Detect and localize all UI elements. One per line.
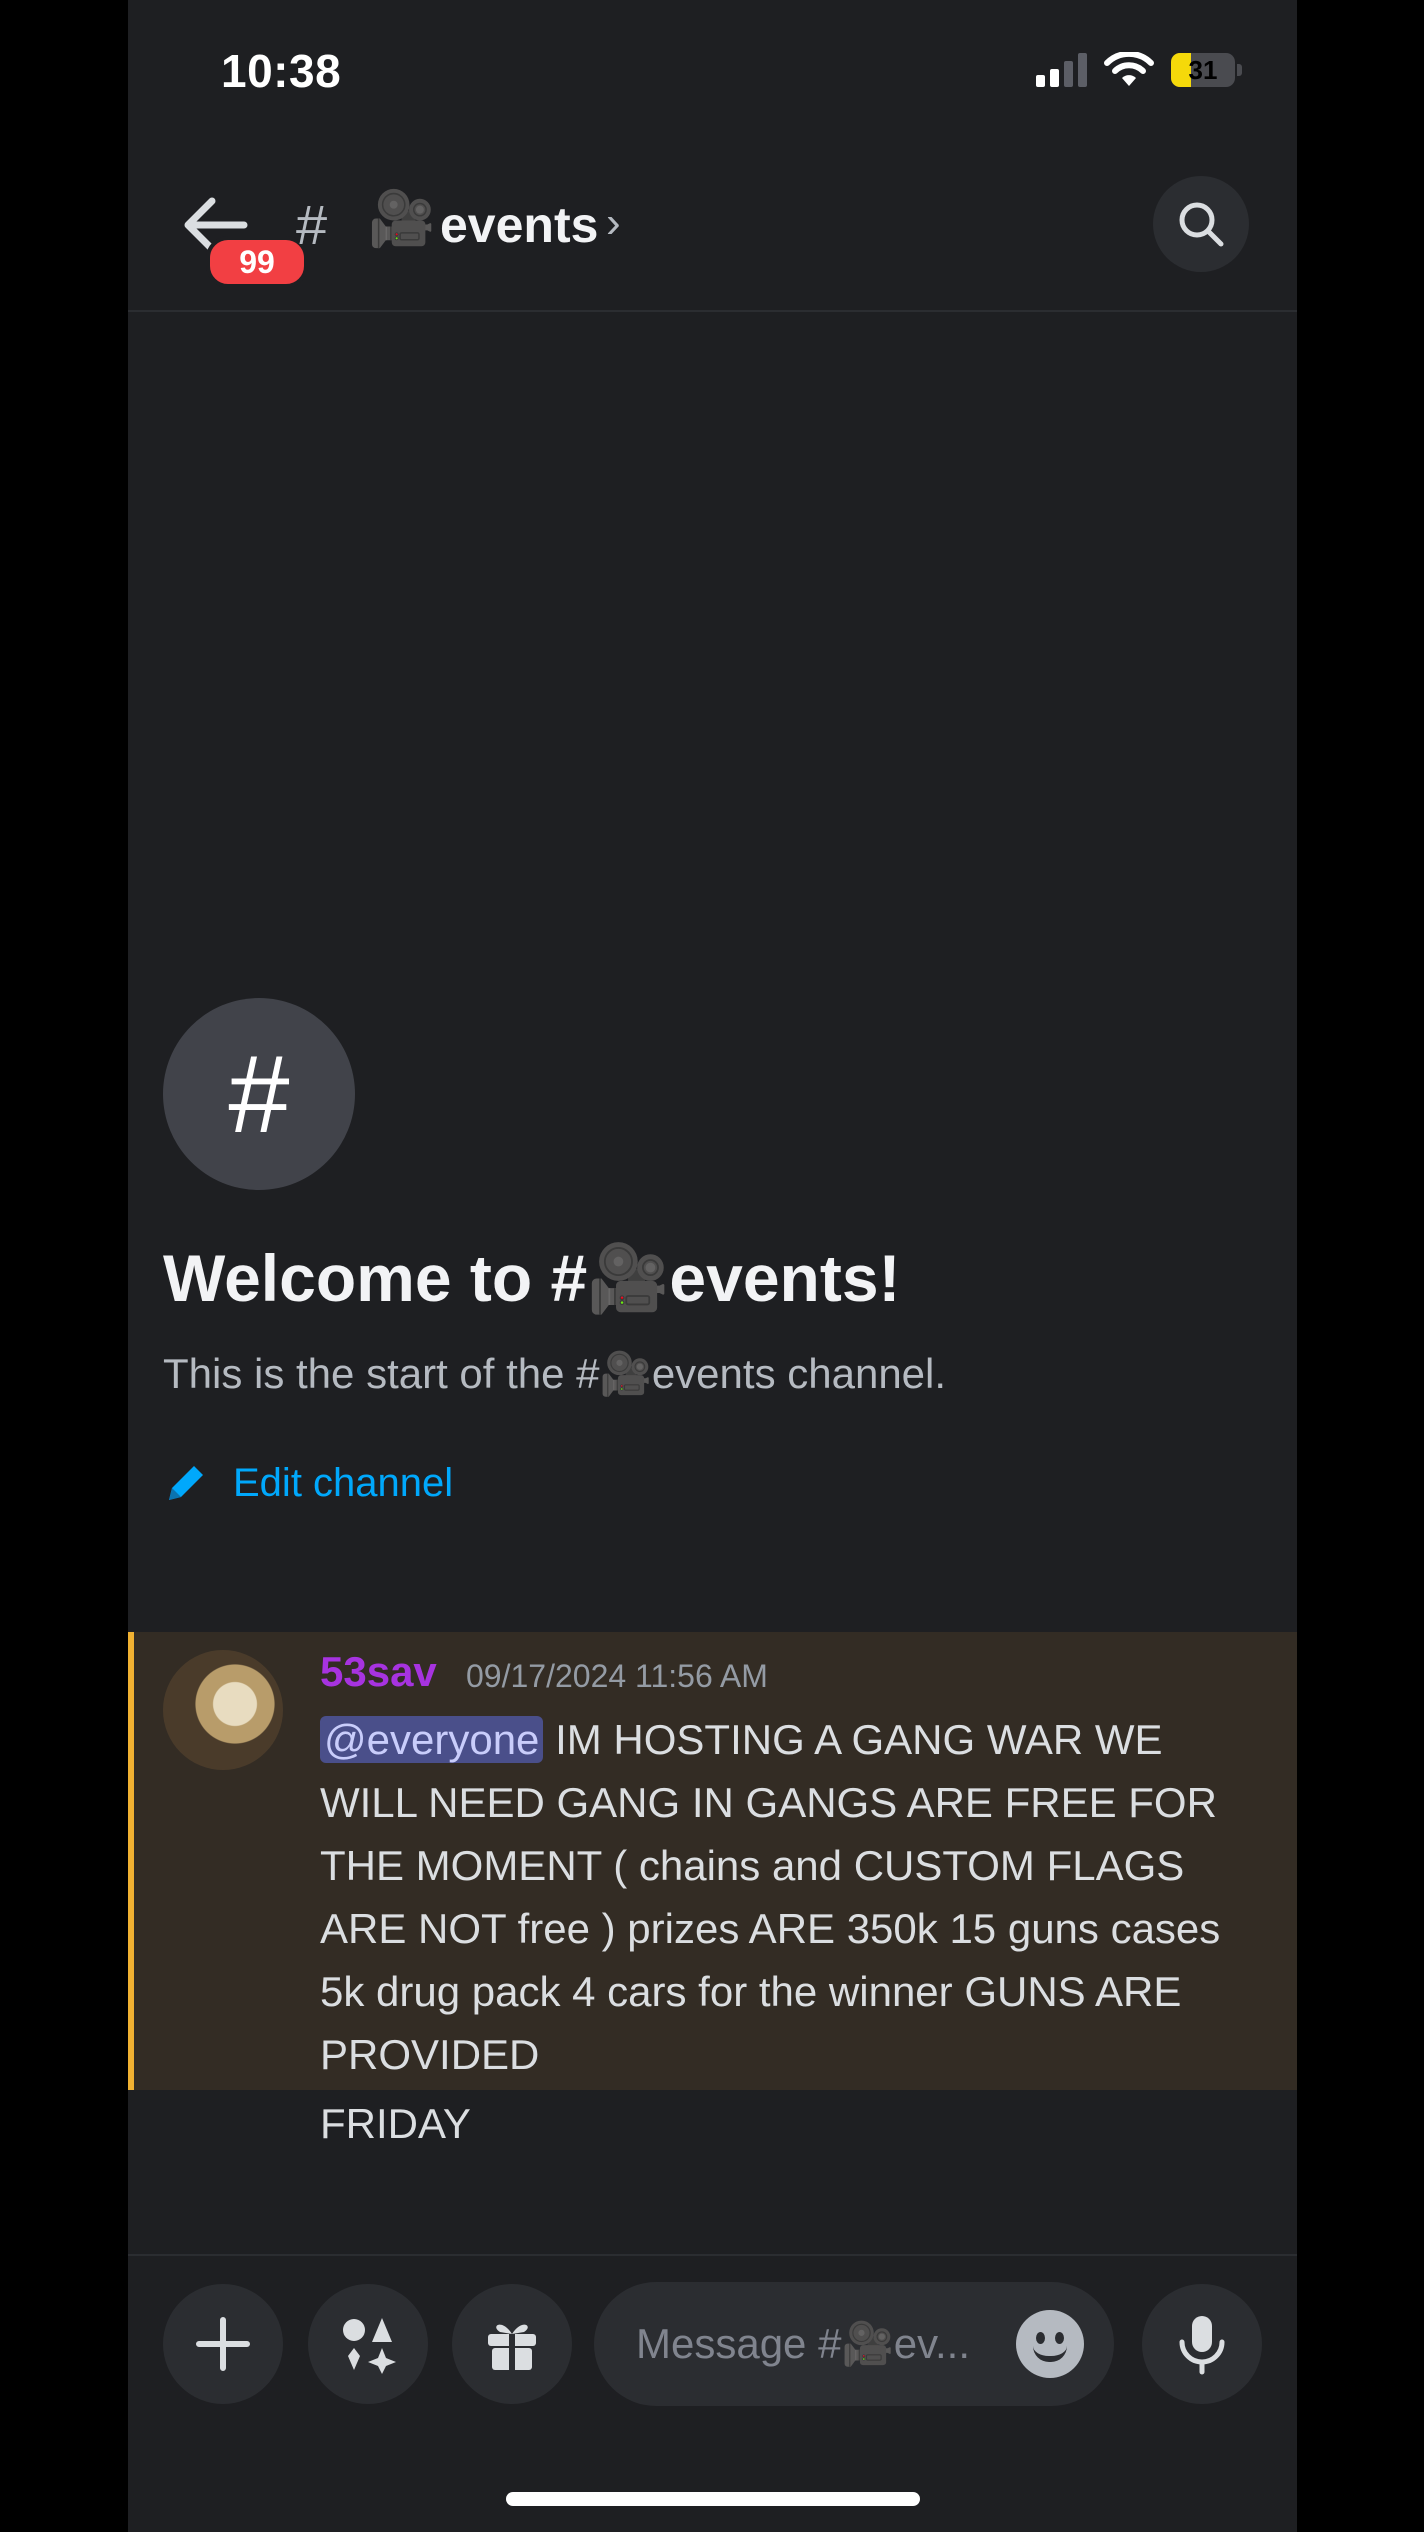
- message-author[interactable]: 53sav: [320, 1648, 437, 1696]
- edit-channel-label: Edit channel: [233, 1460, 454, 1505]
- voice-message-button[interactable]: [1142, 2284, 1262, 2404]
- channel-hash-avatar: #: [163, 998, 355, 1190]
- composer-divider: [128, 2254, 1297, 2256]
- status-time: 10:38: [221, 45, 342, 97]
- unread-badge: 99: [206, 236, 308, 288]
- message-timestamp: 09/17/2024 11:56 AM: [466, 1658, 768, 1694]
- status-indicators: 31: [1036, 52, 1242, 88]
- gift-button[interactable]: [452, 2284, 572, 2404]
- edit-channel-button[interactable]: Edit channel: [163, 1460, 453, 1506]
- pencil-icon: [169, 1466, 203, 1500]
- apps-button[interactable]: [308, 2284, 428, 2404]
- channel-emoji[interactable]: 🎥: [368, 188, 435, 251]
- apps-icon: [343, 2318, 396, 2374]
- battery-icon: 31: [1171, 53, 1235, 87]
- message-placeholder: Message #🎥ev...: [636, 2319, 970, 2367]
- search-button[interactable]: [1153, 176, 1249, 272]
- message-input[interactable]: Message #🎥ev...: [594, 2282, 1114, 2406]
- channel-name[interactable]: events: [440, 196, 598, 254]
- welcome-subtitle: This is the start of the #🎥events channe…: [163, 1350, 947, 1397]
- welcome-title: Welcome to #🎥events!: [163, 1241, 901, 1315]
- message-body[interactable]: @everyone IM HOSTING A GANG WAR WE WILL …: [320, 1708, 1260, 2086]
- battery-level: 31: [1188, 54, 1218, 85]
- emoji-icon[interactable]: [1016, 2310, 1084, 2378]
- add-attachment-button[interactable]: [163, 2284, 283, 2404]
- app-screen: 10:38 31 99 # 🎥 events › # Welcome to #🎥…: [128, 0, 1297, 2532]
- avatar[interactable]: [163, 1650, 283, 1770]
- plus-icon: [196, 2317, 250, 2371]
- cellular-signal-icon: [1036, 53, 1087, 87]
- chevron-right-icon[interactable]: ›: [606, 198, 621, 248]
- message-followup[interactable]: FRIDAY: [320, 2100, 471, 2148]
- home-indicator[interactable]: [506, 2492, 920, 2506]
- message-text: IM HOSTING A GANG WAR WE WILL NEED GANG …: [320, 1716, 1221, 2078]
- mention-everyone[interactable]: @everyone: [320, 1716, 544, 1763]
- battery-nub: [1237, 64, 1242, 76]
- gift-icon: [488, 2324, 536, 2370]
- search-icon: [1179, 202, 1224, 247]
- channel-hash-icon[interactable]: #: [296, 192, 327, 257]
- channel-header: 99 # 🎥 events ›: [128, 170, 1297, 312]
- wifi-icon: [1104, 52, 1154, 86]
- microphone-icon: [1179, 2316, 1225, 2375]
